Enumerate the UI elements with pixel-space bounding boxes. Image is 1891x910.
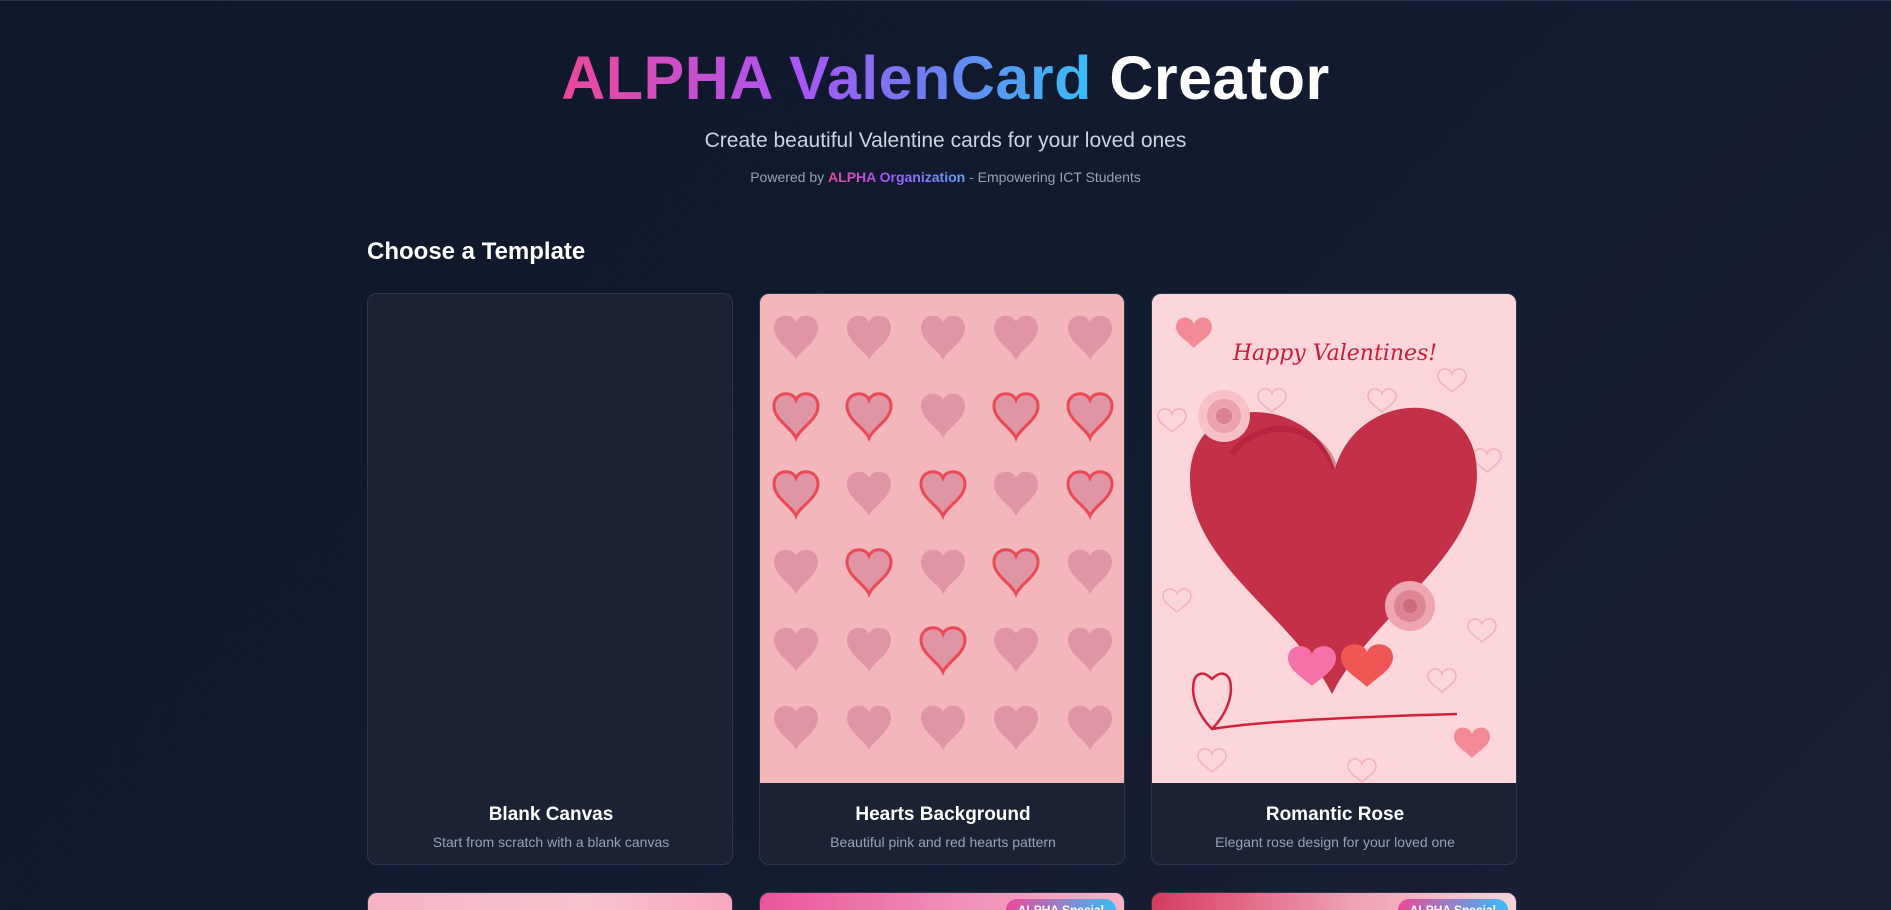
romantic-rose-image: Happy Valentines! (1152, 294, 1516, 783)
template-card-row2-2[interactable]: ALPHA Special (759, 892, 1125, 910)
powered-prefix: Powered by (750, 169, 829, 185)
template-info: Blank Canvas Start from scratch with a b… (368, 783, 732, 864)
template-info: Hearts Background Beautiful pink and red… (760, 783, 1124, 864)
template-card-blank-canvas[interactable]: Blank Canvas Start from scratch with a b… (367, 293, 733, 865)
template-preview-hearts (760, 294, 1124, 783)
powered-by-line: Powered by ALPHA Organization - Empoweri… (0, 168, 1891, 186)
section-title: Choose a Template (367, 238, 586, 265)
app-title-suffix: Creator (1109, 44, 1330, 112)
template-name: Romantic Rose (1265, 804, 1405, 825)
app-title: ALPHA ValenCard Creator (0, 42, 1891, 114)
powered-suffix: - Empowering ICT Students (965, 169, 1141, 185)
card-greeting-text: Happy Valentines! (1232, 341, 1437, 366)
alpha-special-badge: ALPHA Special (1397, 899, 1508, 910)
template-preview-blank (368, 294, 732, 783)
template-card-hearts-background[interactable]: Hearts Background Beautiful pink and red… (759, 293, 1125, 865)
template-card-row2-1[interactable] (367, 892, 733, 910)
page-header: ALPHA ValenCard Creator Create beautiful… (0, 42, 1891, 186)
template-info: Romantic Rose Elegant rose design for yo… (1152, 783, 1516, 864)
alpha-special-badge: ALPHA Special (1005, 899, 1116, 910)
template-description: Start from scratch with a blank canvas (432, 834, 670, 850)
template-description: Elegant rose design for your loved one (1215, 834, 1455, 850)
top-border (0, 0, 1891, 1)
hearts-pattern-image (760, 294, 1124, 783)
template-preview-rose: Happy Valentines! (1152, 294, 1516, 783)
template-name: Blank Canvas (488, 804, 614, 825)
template-description: Beautiful pink and red hearts pattern (830, 834, 1056, 850)
app-subtitle: Create beautiful Valentine cards for you… (704, 129, 1187, 152)
template-name: Hearts Background (855, 804, 1031, 825)
app-title-brand: ALPHA ValenCard (561, 44, 1092, 112)
organization-link[interactable]: ALPHA Organization (828, 169, 965, 185)
template-card-row2-3[interactable]: ALPHA Special (1151, 892, 1517, 910)
template-card-romantic-rose[interactable]: Happy Valentines! Romantic Rose Elegant … (1151, 293, 1517, 865)
